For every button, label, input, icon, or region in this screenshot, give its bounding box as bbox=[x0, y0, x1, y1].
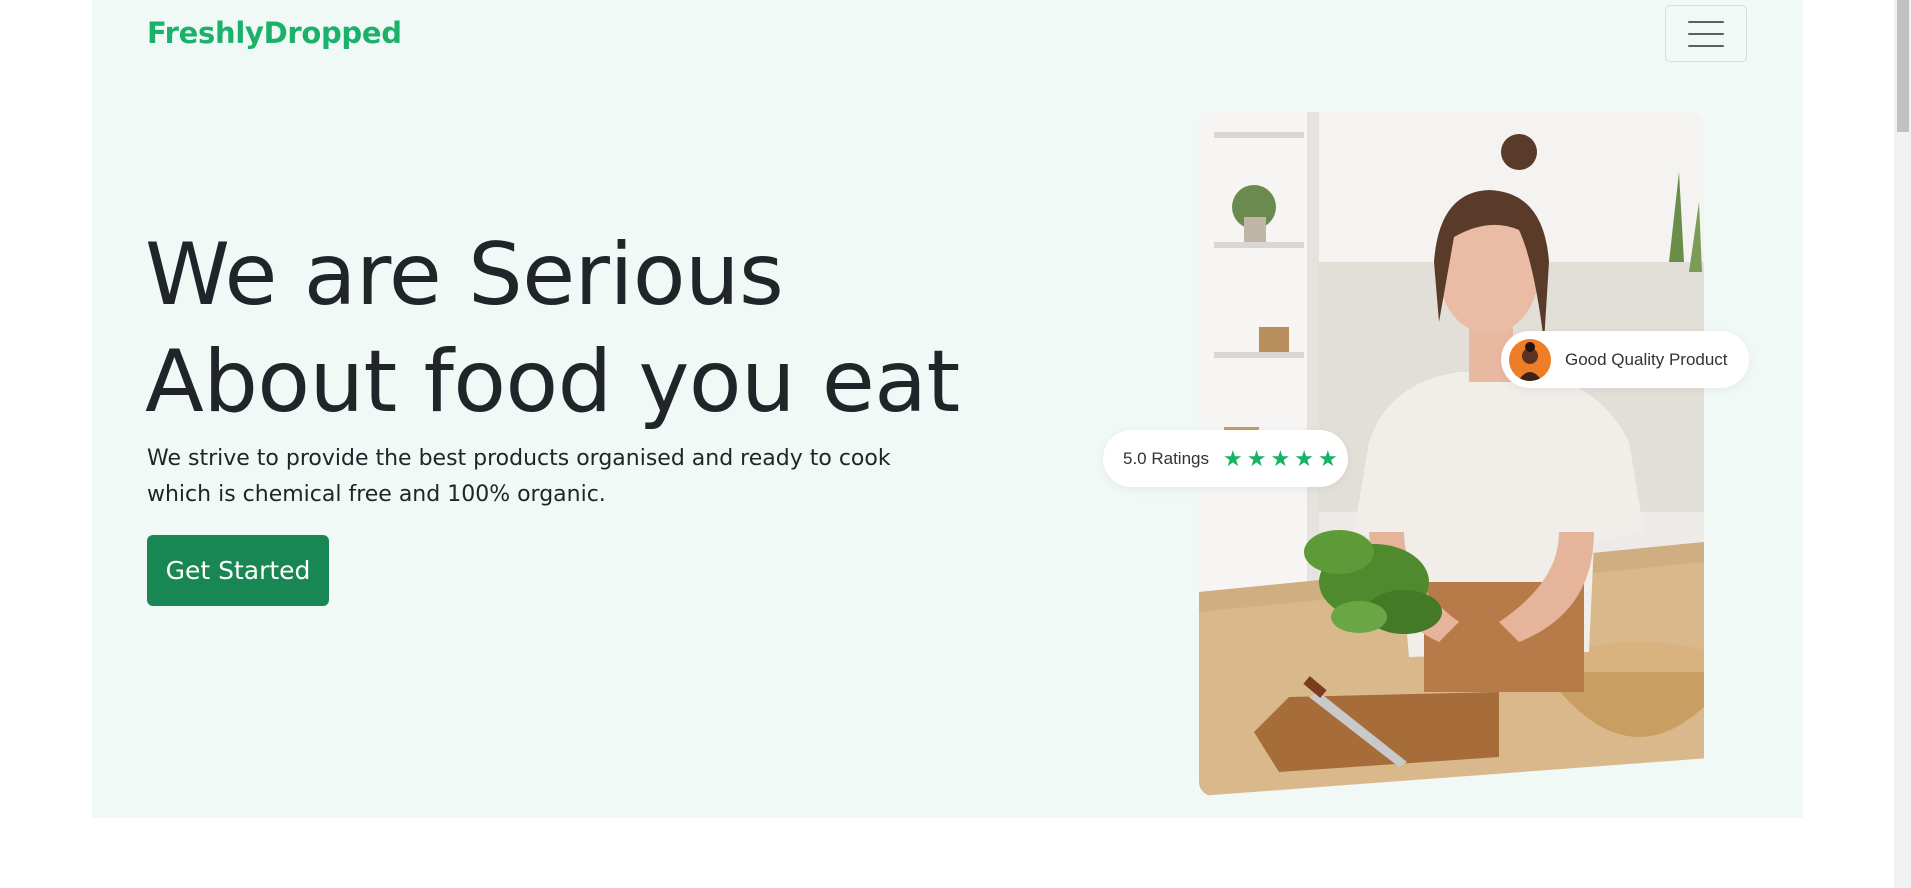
star-icon: ★ bbox=[1294, 445, 1314, 471]
navbar-toggle-button[interactable] bbox=[1665, 5, 1747, 62]
star-icon: ★ bbox=[1317, 445, 1338, 471]
rating-stars: ★ ★ ★ ★ ★ bbox=[1223, 445, 1338, 471]
star-icon: ★ bbox=[1246, 445, 1267, 471]
hamburger-menu-icon bbox=[1688, 44, 1724, 47]
star-icon: ★ bbox=[1270, 445, 1291, 471]
rating-label: 5.0 Ratings bbox=[1123, 448, 1209, 468]
quality-badge-label: Good Quality Product bbox=[1565, 349, 1728, 369]
hamburger-menu-icon bbox=[1688, 32, 1724, 35]
hero-subtext: We strive to provide the best products o… bbox=[147, 446, 891, 507]
get-started-button[interactable]: Get Started bbox=[147, 535, 329, 606]
page-scrollbar[interactable] bbox=[1894, 0, 1911, 888]
brand-logo[interactable]: FreshlyDropped bbox=[147, 16, 402, 50]
hamburger-menu-icon bbox=[1688, 20, 1724, 23]
quality-badge: Good Quality Product bbox=[1501, 331, 1749, 388]
hero-headline-line1: We are Serious bbox=[145, 225, 784, 325]
hero-headline: We are Serious About food you eat bbox=[145, 222, 960, 436]
star-icon: ★ bbox=[1223, 445, 1243, 471]
hero-headline-line2: About food you eat bbox=[145, 332, 960, 432]
rating-badge: 5.0 Ratings ★ ★ ★ ★ ★ bbox=[1103, 430, 1348, 487]
avatar bbox=[1509, 338, 1551, 381]
scrollbar-thumb[interactable] bbox=[1897, 0, 1909, 132]
page: FreshlyDropped We are Serious About food… bbox=[0, 0, 1911, 888]
